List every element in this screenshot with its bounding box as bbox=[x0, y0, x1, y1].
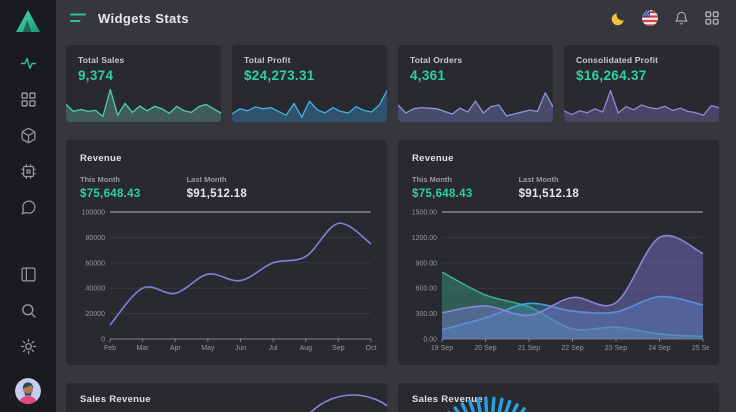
sparkline-chart bbox=[232, 85, 387, 122]
stat-value: 9,374 bbox=[78, 68, 209, 83]
header: Widgets Stats bbox=[56, 0, 736, 36]
header-icons bbox=[611, 10, 719, 26]
moon-dark-mode-icon[interactable] bbox=[611, 11, 626, 26]
svg-text:300.00: 300.00 bbox=[416, 311, 438, 318]
page-title: Widgets Stats bbox=[98, 11, 189, 26]
layout-panel-icon[interactable] bbox=[20, 266, 37, 283]
stats-row: Total Sales 9,374 Total Profit $24,273.3… bbox=[66, 45, 719, 122]
svg-text:23 Sep: 23 Sep bbox=[605, 345, 627, 352]
svg-text:100000: 100000 bbox=[82, 210, 105, 217]
main-content: Total Sales 9,374 Total Profit $24,273.3… bbox=[66, 45, 719, 412]
us-flag-icon[interactable] bbox=[642, 10, 658, 26]
sparkline-chart bbox=[564, 85, 719, 122]
sales-revenue-card-gauge: Sales Revenue $9,641.26 bbox=[398, 383, 719, 412]
stat-value: $16,264.37 bbox=[576, 68, 707, 83]
sparkline-chart bbox=[66, 85, 221, 122]
svg-text:22 Sep: 22 Sep bbox=[561, 345, 583, 352]
svg-text:600.00: 600.00 bbox=[416, 286, 438, 293]
this-month-label: This Month bbox=[412, 175, 473, 184]
stat-card-total-sales[interactable]: Total Sales 9,374 bbox=[66, 45, 221, 122]
hamburger-menu-icon[interactable] bbox=[70, 12, 86, 24]
svg-text:Jul: Jul bbox=[269, 345, 278, 352]
this-month-value: $75,648.43 bbox=[412, 188, 473, 200]
stat-card-consolidated-profit[interactable]: Consolidated Profit $16,264.37 bbox=[564, 45, 719, 122]
card-title: Revenue bbox=[80, 153, 373, 164]
chip-icon[interactable] bbox=[20, 163, 37, 180]
svg-text:40000: 40000 bbox=[86, 286, 106, 293]
stat-label: Total Profit bbox=[244, 55, 375, 65]
svg-text:21 Sep: 21 Sep bbox=[518, 345, 540, 352]
last-month-value: $91,512.18 bbox=[187, 188, 248, 200]
svg-text:20 Sep: 20 Sep bbox=[474, 345, 496, 352]
package-icon[interactable] bbox=[20, 127, 37, 144]
this-month-group: This Month $75,648.43 bbox=[80, 175, 141, 200]
card-title: Revenue bbox=[412, 153, 705, 164]
this-month-group: This Month $75,648.43 bbox=[412, 175, 473, 200]
activity-icon[interactable] bbox=[20, 55, 37, 72]
sidebar bbox=[0, 0, 56, 412]
svg-text:25 Sep: 25 Sep bbox=[692, 345, 709, 352]
revenue-stats: This Month $75,648.43 Last Month $91,512… bbox=[80, 175, 373, 200]
revenue-card-line: Revenue This Month $75,648.43 Last Month… bbox=[66, 140, 387, 365]
last-month-label: Last Month bbox=[187, 175, 248, 184]
sidebar-nav bbox=[20, 55, 37, 216]
svg-text:60000: 60000 bbox=[86, 260, 106, 267]
svg-text:May: May bbox=[201, 345, 215, 352]
svg-text:Aug: Aug bbox=[300, 345, 313, 352]
stat-label: Consolidated Profit bbox=[576, 55, 707, 65]
svg-text:Apr: Apr bbox=[170, 345, 182, 352]
revenue-card-area: Revenue This Month $75,648.43 Last Month… bbox=[398, 140, 719, 365]
bottom-row: Sales Revenue $9,641.26 Sales Revenue $9… bbox=[66, 383, 719, 412]
last-month-group: Last Month $91,512.18 bbox=[519, 175, 580, 200]
stat-value: $24,273.31 bbox=[244, 68, 375, 83]
sparkline-chart bbox=[398, 85, 553, 122]
user-avatar[interactable] bbox=[15, 378, 41, 404]
card-title: Sales Revenue bbox=[412, 394, 705, 405]
search-icon[interactable] bbox=[20, 302, 37, 319]
stat-value: 4,361 bbox=[410, 68, 541, 83]
svg-text:1200.00: 1200.00 bbox=[412, 235, 437, 242]
bell-notifications-icon[interactable] bbox=[674, 11, 689, 26]
svg-text:900.00: 900.00 bbox=[416, 260, 438, 267]
brand-logo[interactable] bbox=[14, 8, 42, 39]
revenue-row: Revenue This Month $75,648.43 Last Month… bbox=[66, 140, 719, 365]
revenue-area-chart: 0.00 300.00 600.00 900.00 1200.00 1500.00 19 S… bbox=[408, 206, 709, 357]
last-month-value: $91,512.18 bbox=[519, 188, 580, 200]
svg-text:0: 0 bbox=[101, 337, 105, 344]
stat-label: Total Orders bbox=[410, 55, 541, 65]
svg-text:24 Sep: 24 Sep bbox=[648, 345, 670, 352]
svg-text:80000: 80000 bbox=[86, 235, 106, 242]
revenue-stats: This Month $75,648.43 Last Month $91,512… bbox=[412, 175, 705, 200]
last-month-group: Last Month $91,512.18 bbox=[187, 175, 248, 200]
svg-text:0.00: 0.00 bbox=[423, 337, 437, 344]
svg-text:1500.00: 1500.00 bbox=[412, 210, 437, 217]
grid-icon[interactable] bbox=[20, 91, 37, 108]
stat-label: Total Sales bbox=[78, 55, 209, 65]
svg-text:Mar: Mar bbox=[137, 345, 150, 352]
card-title: Sales Revenue bbox=[80, 394, 373, 405]
svg-text:Oct: Oct bbox=[366, 345, 377, 352]
this-month-value: $75,648.43 bbox=[80, 188, 141, 200]
sales-revenue-card-donut: Sales Revenue $9,641.26 bbox=[66, 383, 387, 412]
svg-text:Sep: Sep bbox=[332, 345, 345, 352]
this-month-label: This Month bbox=[80, 175, 141, 184]
svg-text:Feb: Feb bbox=[104, 345, 116, 352]
apps-grid-icon[interactable] bbox=[705, 11, 719, 25]
last-month-label: Last Month bbox=[519, 175, 580, 184]
dashboard-root: Widgets Stats bbox=[0, 0, 736, 412]
sidebar-bottom bbox=[15, 266, 41, 404]
stat-card-total-profit[interactable]: Total Profit $24,273.31 bbox=[232, 45, 387, 122]
svg-text:19 Sep: 19 Sep bbox=[431, 345, 453, 352]
revenue-line-chart: 0 20000 40000 60000 80000 100000 Feb Mar Apr May J… bbox=[76, 206, 377, 357]
chat-icon[interactable] bbox=[20, 199, 37, 216]
svg-text:20000: 20000 bbox=[86, 311, 106, 318]
settings-gear-icon[interactable] bbox=[20, 338, 37, 355]
svg-text:Jun: Jun bbox=[235, 345, 246, 352]
stat-card-total-orders[interactable]: Total Orders 4,361 bbox=[398, 45, 553, 122]
